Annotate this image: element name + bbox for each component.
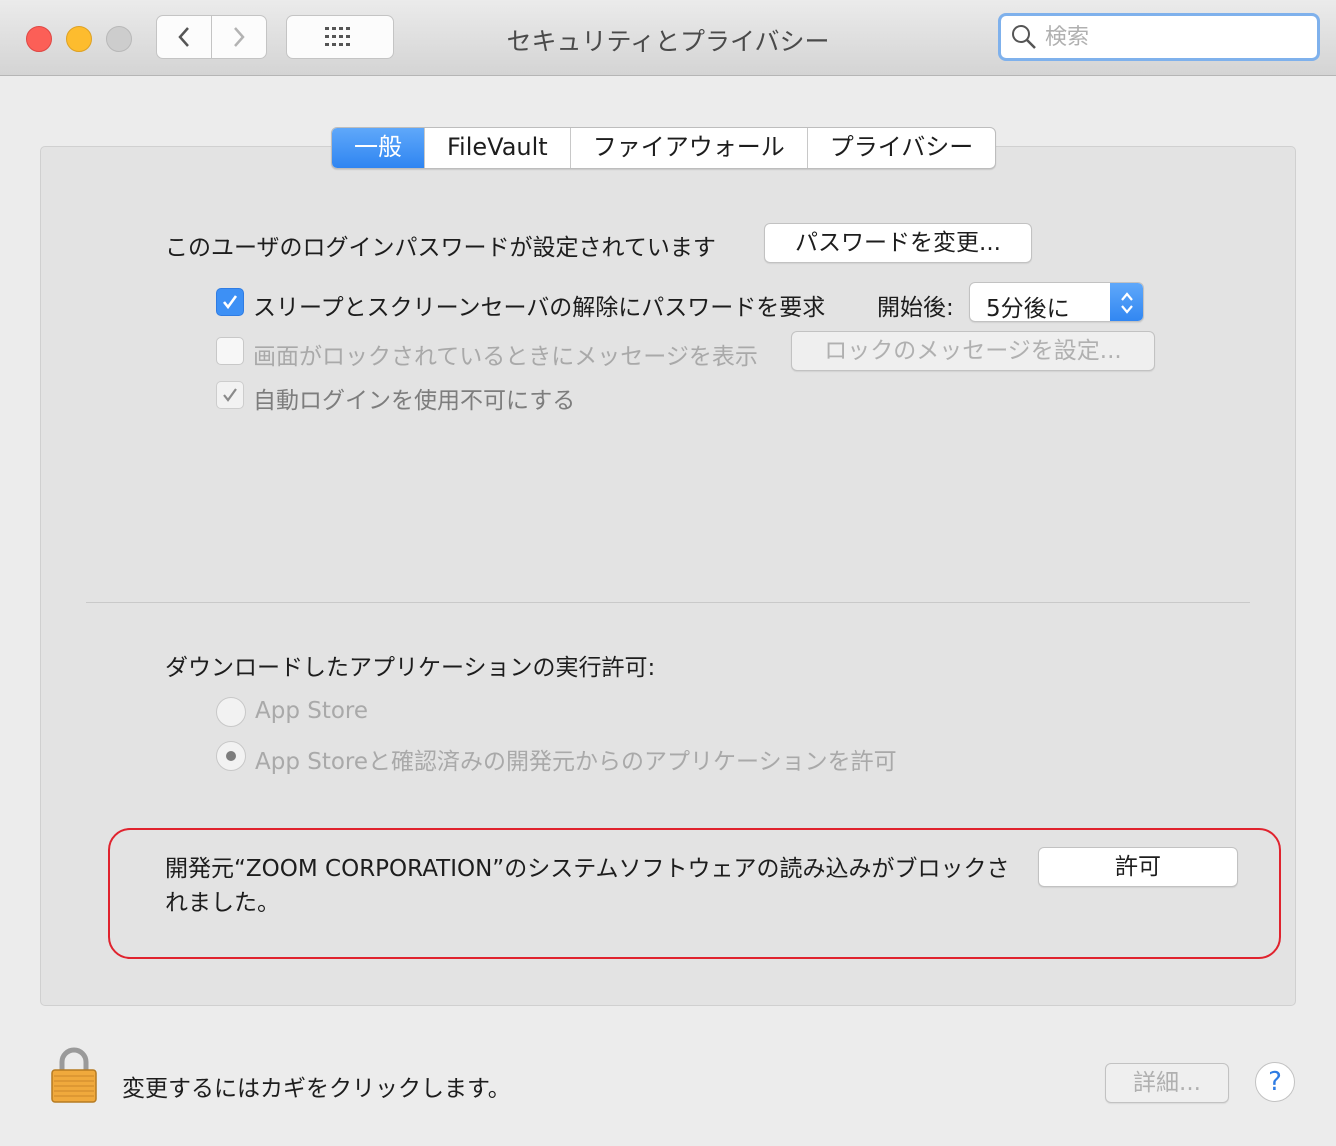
password-status-text: このユーザのログインパスワードが設定されています xyxy=(165,235,716,261)
start-after-select[interactable]: 5分後に xyxy=(969,282,1144,322)
require-password-label: スリープとスクリーンセーバの解除にパスワードを要求 xyxy=(253,295,826,321)
search-input[interactable] xyxy=(1043,23,1307,51)
grid-icon xyxy=(325,27,350,46)
window-title: セキュリティとプライバシー xyxy=(506,27,830,56)
search-field[interactable] xyxy=(998,13,1320,61)
back-button[interactable] xyxy=(156,15,212,59)
help-button[interactable]: ? xyxy=(1255,1062,1295,1102)
lock-message-checkbox[interactable] xyxy=(216,337,244,365)
change-password-button[interactable]: パスワードを変更... xyxy=(764,223,1032,263)
set-lock-message-button[interactable]: ロックのメッセージを設定... xyxy=(791,331,1155,371)
tab-privacy[interactable]: プライバシー xyxy=(808,128,996,168)
zoom-button[interactable] xyxy=(106,26,132,52)
blocked-message: 開発元“ZOOM CORPORATION”のシステムソフトウェアの読み込みがブロ… xyxy=(165,856,1010,916)
close-button[interactable] xyxy=(26,26,52,52)
disable-autologin-checkbox[interactable] xyxy=(216,381,244,409)
chevron-left-icon xyxy=(178,27,189,47)
chevron-updown-icon xyxy=(1110,283,1143,321)
title-bar: セキュリティとプライバシー xyxy=(0,0,1336,76)
start-after-label: 開始後: xyxy=(877,295,954,321)
checkmark-icon xyxy=(222,295,238,310)
lock-icon[interactable] xyxy=(50,1046,98,1108)
require-password-checkbox[interactable] xyxy=(216,288,244,316)
lock-status-text: 変更するにはカギをクリックします。 xyxy=(122,1076,511,1102)
lock-message-label: 画面がロックされているときにメッセージを表示 xyxy=(253,344,758,370)
radio-selected-dot xyxy=(226,751,236,761)
tab-firewall[interactable]: ファイアウォール xyxy=(571,128,808,168)
section-divider xyxy=(86,602,1250,603)
checkmark-icon xyxy=(223,388,237,402)
minimize-button[interactable] xyxy=(66,26,92,52)
radio-app-store-label: App Store xyxy=(255,698,369,724)
advanced-button[interactable]: 詳細... xyxy=(1105,1063,1229,1103)
show-all-button[interactable] xyxy=(286,15,394,59)
radio-app-store-identified-label: App Storeと確認済みの開発元からのアプリケーションを許可 xyxy=(255,749,897,775)
tab-general[interactable]: 一般 xyxy=(332,128,425,168)
downloads-heading: ダウンロードしたアプリケーションの実行許可: xyxy=(165,655,656,681)
disable-autologin-label: 自動ログインを使用不可にする xyxy=(253,388,576,414)
allow-button[interactable]: 許可 xyxy=(1038,847,1238,887)
tab-filevault[interactable]: FileVault xyxy=(425,128,571,168)
start-after-value: 5分後に xyxy=(986,296,1070,322)
radio-app-store-identified[interactable] xyxy=(216,741,246,771)
search-icon xyxy=(1012,25,1036,49)
radio-app-store[interactable] xyxy=(216,697,246,727)
chevron-right-icon xyxy=(234,27,245,47)
tab-bar: 一般 FileVault ファイアウォール プライバシー xyxy=(331,127,997,169)
forward-button[interactable] xyxy=(211,15,267,59)
